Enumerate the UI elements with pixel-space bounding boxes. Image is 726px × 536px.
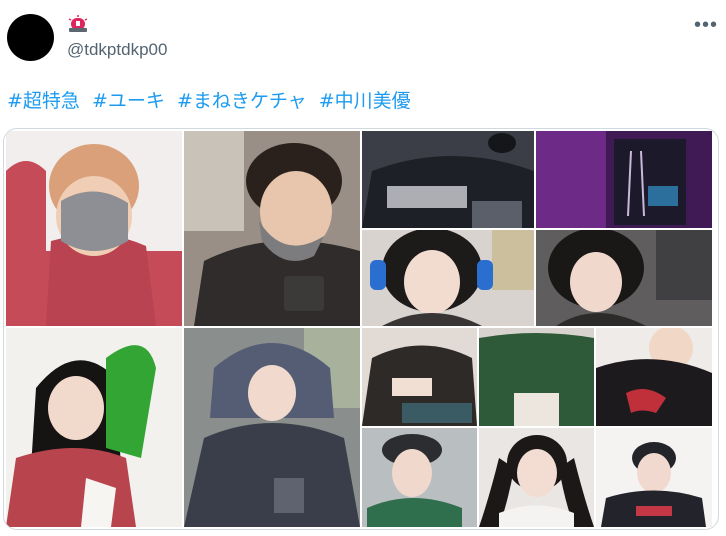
photo-girl-cap-green-jacket[interactable] [362, 428, 477, 527]
photo-girl-beanie-hoodie[interactable] [596, 428, 712, 527]
photo-hands-phone-desk[interactable] [362, 328, 477, 426]
more-options-icon[interactable]: ••• [694, 14, 718, 37]
photo-masked-man-red-sweater[interactable] [6, 131, 182, 326]
photo-astro-earphones-box[interactable] [536, 131, 712, 228]
rotating-light-icon [67, 15, 89, 33]
avatar[interactable] [7, 14, 54, 61]
photo-man-grey-mask-fleece[interactable] [184, 131, 360, 326]
photo-girl-twin-tails[interactable] [479, 428, 594, 527]
hashtags: #超特急 #ユーキ #まねきケチャ #中川美優 [7, 86, 417, 113]
hashtag-link[interactable]: #超特急 [7, 90, 80, 112]
photo-man-microphone-band-tee[interactable] [362, 131, 534, 228]
media-grid [3, 128, 719, 530]
photo-man-black-hoodie[interactable] [596, 328, 712, 426]
photo-woman-fur-hat[interactable] [184, 328, 360, 527]
tweet: @tdkptdkp00 ••• #超特急 #ユーキ #まねきケチャ #中川美優 [0, 0, 726, 536]
photo-woman-bangs-monitor[interactable] [536, 230, 712, 326]
user-handle[interactable]: @tdkptdkp00 [67, 40, 167, 60]
hashtag-link[interactable]: #中川美優 [319, 90, 411, 112]
photo-green-cardigan[interactable] [479, 328, 594, 426]
photo-woman-green-glove[interactable] [6, 328, 182, 527]
hashtag-link[interactable]: #まねきケチャ [177, 90, 307, 112]
photo-woman-gaming-headset[interactable] [362, 230, 534, 326]
hashtag-link[interactable]: #ユーキ [92, 90, 165, 112]
